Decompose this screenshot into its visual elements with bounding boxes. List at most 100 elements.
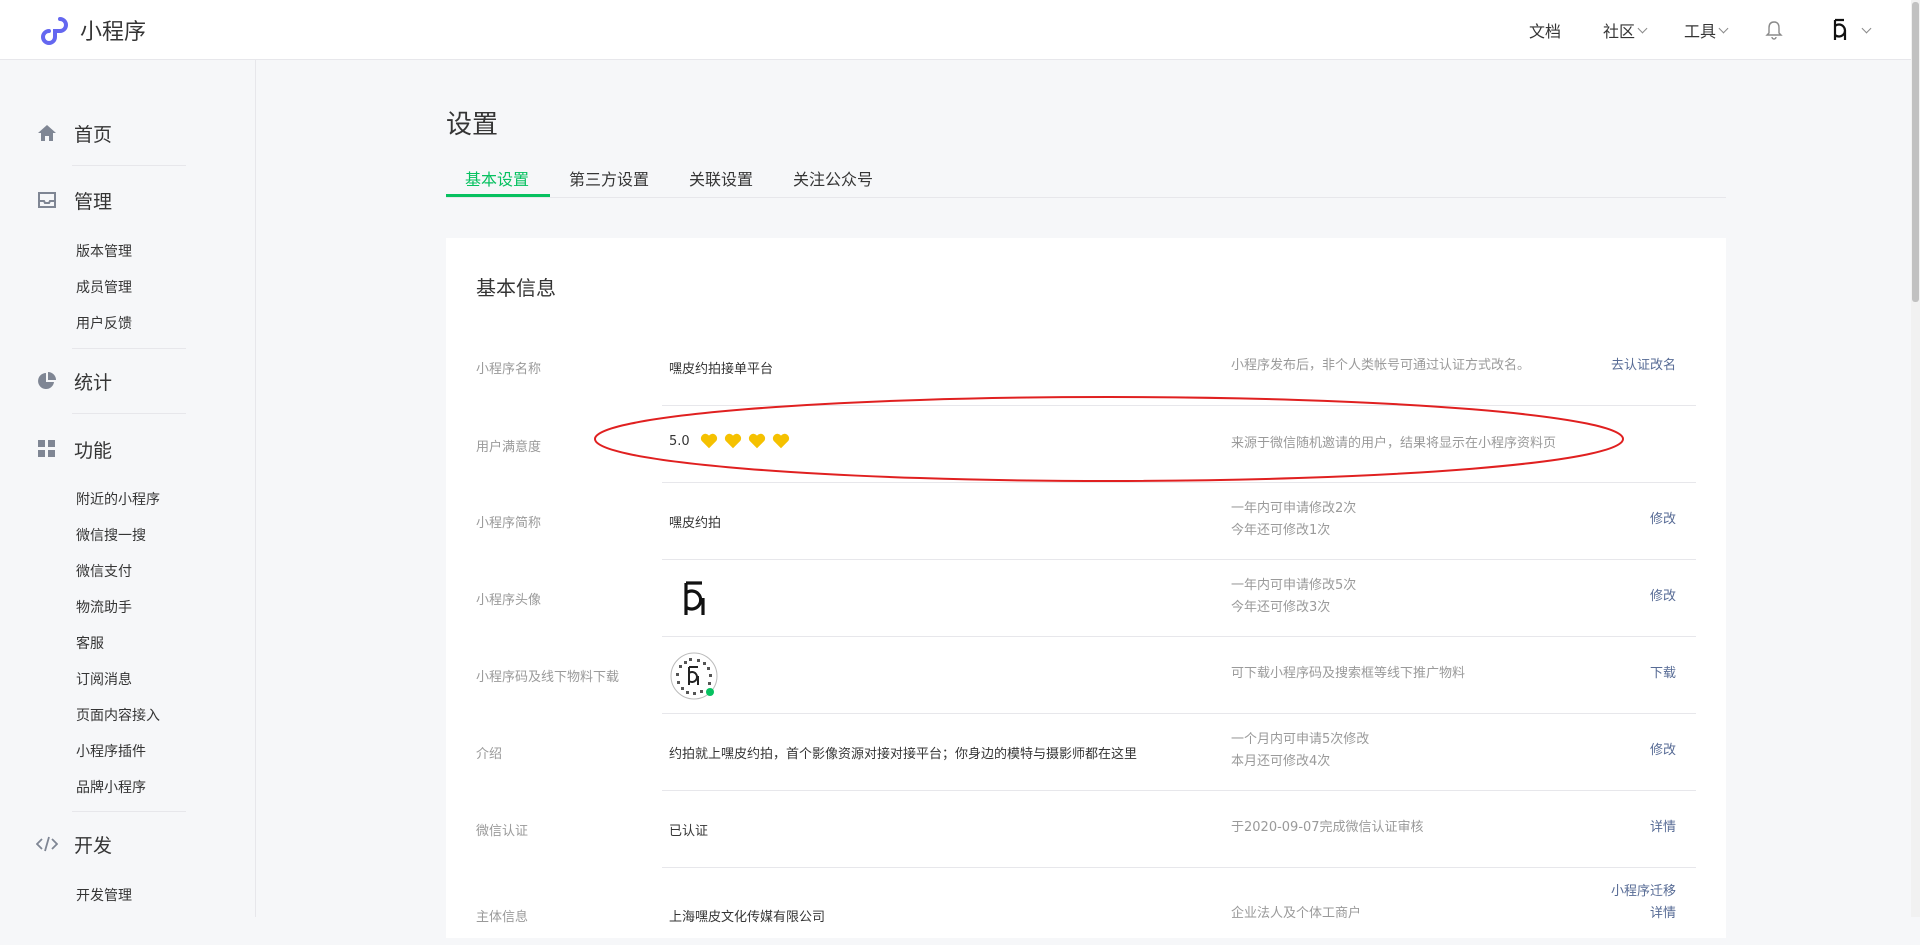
row-intro: 介绍 约拍就上嘿皮约拍，首个影像资源对接对接平台；你身边的模特与摄影师都在这里 … — [476, 714, 1696, 791]
divider — [72, 348, 186, 349]
row-tip: 可下载小程序码及搜索框等线下推广物料 — [1231, 666, 1466, 681]
nav-docs[interactable]: 文档 — [1529, 18, 1561, 42]
sidebar-item-features[interactable]: 功能 — [36, 434, 186, 464]
rename-link[interactable]: 去认证改名 — [1611, 355, 1676, 377]
sidebar-item-subscribe[interactable]: 订阅消息 — [76, 669, 132, 689]
app-title: 小程序 — [80, 20, 147, 45]
inbox-icon — [36, 189, 58, 211]
rating-score: 5.0 — [669, 433, 690, 449]
heart-icon — [724, 433, 741, 449]
chevron-down-icon — [1861, 23, 1872, 33]
divider — [72, 165, 186, 166]
top-bar: 小程序 文档 社区 工具 — [0, 0, 1920, 60]
scrollbar-thumb[interactable] — [1912, 2, 1919, 302]
miniprogram-logo-icon — [41, 17, 68, 45]
page-title: 设置 — [446, 110, 499, 140]
sidebar: 首页 管理 版本管理 成员管理 用户反馈 统计 功能 附近的小程序 微信搜一搜 … — [0, 60, 256, 917]
row-tip-secondary: 今年还可修改1次 — [1231, 523, 1331, 538]
sidebar-item-pay[interactable]: 微信支付 — [76, 561, 132, 581]
sidebar-item-label: 管理 — [74, 190, 113, 213]
row-tip: 来源于微信随机邀请的用户，结果将显示在小程序资料页 — [1231, 436, 1557, 451]
row-avatar: 小程序头像 一年内可申请修改5次 今年还可修改3次 修改 — [476, 560, 1696, 637]
account-menu[interactable] — [1831, 18, 1872, 42]
row-tip-secondary: 本月还可修改4次 — [1231, 754, 1331, 769]
tab-association[interactable]: 关联设置 — [689, 166, 753, 198]
migrate-link[interactable]: 小程序迁移 — [1611, 881, 1676, 903]
nav-tools-label: 工具 — [1683, 22, 1716, 41]
row-tip: 一年内可申请修改5次 — [1231, 578, 1357, 593]
sidebar-item-feedback[interactable]: 用户反馈 — [76, 313, 132, 333]
code-icon — [36, 833, 58, 855]
row-tip: 企业法人及个体工商户 — [1231, 906, 1362, 921]
row-value: 嘿皮约拍接单平台 — [669, 362, 774, 377]
row-tip: 一个月内可申请5次修改 — [1231, 732, 1370, 747]
sidebar-item-dev-manage[interactable]: 开发管理 — [76, 885, 132, 905]
tab-follow-account[interactable]: 关注公众号 — [793, 166, 873, 198]
row-tip: 一年内可申请修改2次 — [1231, 501, 1357, 516]
modify-avatar-link[interactable]: 修改 — [1650, 586, 1676, 608]
row-label: 小程序名称 — [476, 362, 542, 377]
notification-button[interactable] — [1765, 20, 1783, 40]
sidebar-item-version[interactable]: 版本管理 — [76, 241, 132, 261]
heart-icon — [772, 433, 789, 449]
download-link[interactable]: 下载 — [1650, 663, 1676, 685]
chevron-down-icon — [1718, 23, 1729, 33]
card-title: 基本信息 — [476, 276, 556, 300]
tab-third-party[interactable]: 第三方设置 — [569, 166, 649, 198]
row-value: 嘿皮约拍 — [669, 516, 722, 531]
row-name: 小程序名称 嘿皮约拍接单平台 小程序发布后，非个人类帐号可通过认证方式改名。 去… — [476, 329, 1696, 406]
vertical-scrollbar[interactable] — [1911, 0, 1920, 917]
sidebar-item-brand[interactable]: 品牌小程序 — [76, 777, 146, 797]
sidebar-item-plugins[interactable]: 小程序插件 — [76, 741, 146, 761]
divider — [72, 413, 186, 414]
row-label: 用户满意度 — [476, 440, 542, 455]
entity-detail-link[interactable]: 详情 — [1650, 903, 1676, 925]
satisfaction-rating: 5.0 — [669, 432, 796, 450]
sidebar-item-members[interactable]: 成员管理 — [76, 277, 132, 297]
row-label: 微信认证 — [476, 824, 529, 839]
heart-icon — [748, 433, 765, 449]
row-verification: 微信认证 已认证 于2020-09-07完成微信认证审核 详情 — [476, 791, 1696, 868]
home-icon — [36, 122, 58, 144]
sidebar-item-label: 功能 — [74, 439, 113, 462]
top-nav: 文档 社区 工具 — [1529, 0, 1920, 60]
row-value: 约拍就上嘿皮约拍，首个影像资源对接对接平台；你身边的模特与摄影师都在这里 — [669, 747, 1138, 762]
sidebar-item-stats[interactable]: 统计 — [36, 366, 186, 396]
sidebar-item-search[interactable]: 微信搜一搜 — [76, 525, 146, 545]
sidebar-item-home[interactable]: 首页 — [36, 118, 186, 148]
chevron-down-icon — [1637, 23, 1648, 33]
avatar — [1833, 18, 1847, 40]
nav-tools[interactable]: 工具 — [1683, 18, 1729, 42]
row-label: 小程序码及线下物料下载 — [476, 670, 620, 685]
sidebar-item-label: 开发 — [74, 834, 113, 857]
sidebar-item-content[interactable]: 页面内容接入 — [76, 705, 160, 725]
app-logo[interactable]: 小程序 — [38, 12, 146, 48]
sidebar-item-dev[interactable]: 开发 — [36, 829, 186, 859]
row-value: 已认证 — [669, 824, 709, 839]
row-entity: 主体信息 上海嘿皮文化传媒有限公司 企业法人及个体工商户 小程序迁移 详情 — [476, 868, 1696, 945]
grid-icon — [36, 438, 58, 460]
basic-info-card: 基本信息 小程序名称 嘿皮约拍接单平台 小程序发布后，非个人类帐号可通过认证方式… — [446, 238, 1726, 938]
row-value: 上海嘿皮文化传媒有限公司 — [669, 910, 826, 925]
modify-short-name-link[interactable]: 修改 — [1650, 509, 1676, 531]
row-label: 主体信息 — [476, 910, 529, 925]
modify-intro-link[interactable]: 修改 — [1650, 740, 1676, 762]
sidebar-item-label: 统计 — [74, 371, 113, 394]
row-tip: 小程序发布后，非个人类帐号可通过认证方式改名。 — [1231, 358, 1531, 373]
sidebar-item-service[interactable]: 客服 — [76, 633, 104, 653]
bell-icon — [1765, 21, 1783, 40]
heart-icon — [700, 433, 717, 449]
sidebar-item-logistics[interactable]: 物流助手 — [76, 597, 132, 617]
row-satisfaction: 用户满意度 5.0 来源于微信随机邀请的用户，结果将显示在小程序资料页 — [476, 406, 1696, 483]
nav-community[interactable]: 社区 — [1603, 18, 1648, 42]
active-tab-indicator — [446, 194, 550, 197]
sidebar-item-nearby[interactable]: 附近的小程序 — [76, 489, 160, 509]
row-label: 小程序简称 — [476, 516, 542, 531]
qr-code-icon — [669, 651, 719, 705]
sidebar-item-label: 首页 — [74, 123, 113, 146]
settings-tabs: 基本设置 第三方设置 关联设置 关注公众号 — [446, 160, 1726, 198]
verification-detail-link[interactable]: 详情 — [1650, 817, 1676, 839]
sidebar-item-manage[interactable]: 管理 — [36, 185, 186, 215]
row-label: 介绍 — [476, 747, 503, 762]
row-tip: 于2020-09-07完成微信认证审核 — [1231, 820, 1424, 835]
